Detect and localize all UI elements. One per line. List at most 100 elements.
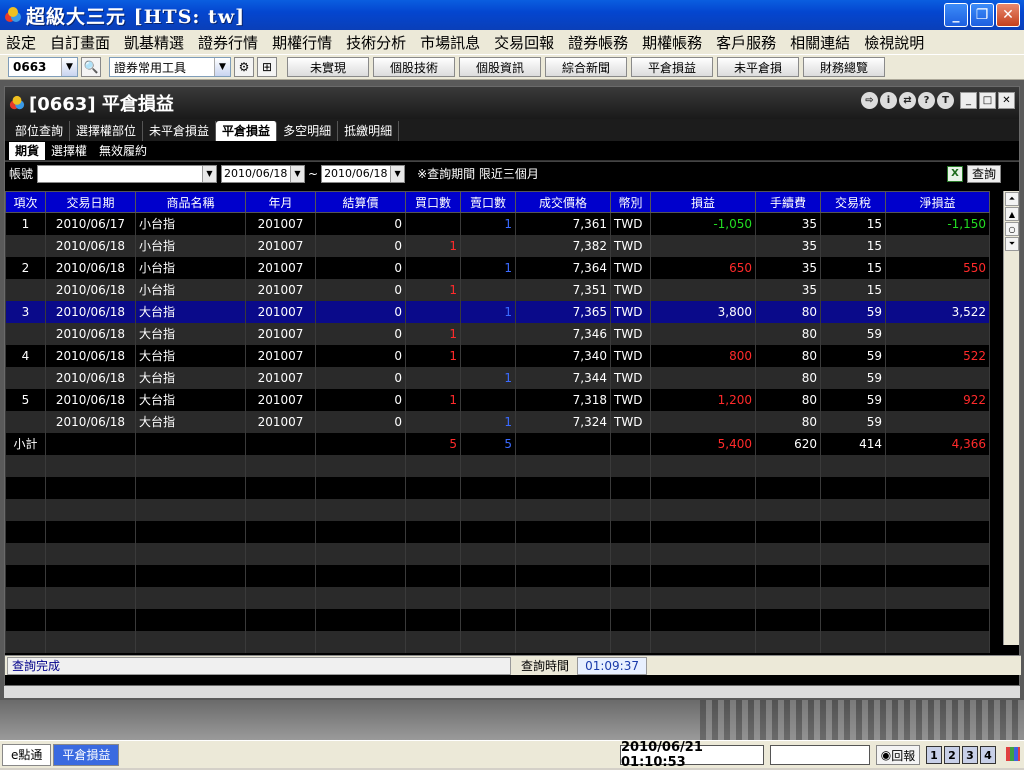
table-row[interactable]: 2010/06/18 大台指 201007 0 1 7,346 TWD 80 59 bbox=[5, 322, 990, 345]
menu-stock-quotes[interactable]: 證券行情 bbox=[198, 32, 258, 53]
empty-cell bbox=[460, 564, 516, 587]
stock-info-button[interactable]: 個股資訊 bbox=[459, 57, 541, 77]
tool-select-combo[interactable]: 證券常用工具 ▼ bbox=[109, 57, 231, 77]
info-icon[interactable]: i bbox=[880, 92, 897, 109]
menu-links[interactable]: 相關連結 bbox=[790, 32, 850, 53]
restore-button[interactable]: ❐ bbox=[970, 3, 994, 27]
search-icon[interactable]: 🔍 bbox=[81, 57, 101, 77]
empty-cell bbox=[405, 454, 461, 477]
subtab-futures[interactable]: 期貨 bbox=[9, 142, 46, 160]
news-button[interactable]: 綜合新聞 bbox=[545, 57, 627, 77]
layout-1-button[interactable]: 1 bbox=[926, 746, 942, 764]
date-to-combo[interactable]: 2010/06/18 ▼ bbox=[321, 164, 406, 183]
col-header[interactable]: 淨損益 bbox=[885, 191, 990, 213]
table-row[interactable]: 5 2010/06/18 大台指 201007 0 1 7,318 TWD 1,200 80 59 9… bbox=[5, 388, 990, 411]
col-header[interactable]: 年月 bbox=[245, 191, 316, 213]
open-pl-button[interactable]: 未平倉損 bbox=[717, 57, 799, 77]
tab-options-position[interactable]: 選擇權部位 bbox=[70, 121, 144, 141]
tab-open-pl[interactable]: 未平倉損益 bbox=[143, 121, 217, 141]
empty-cell bbox=[405, 630, 461, 653]
cell-name: 小台指 bbox=[135, 256, 246, 279]
window-close-button[interactable]: ✕ bbox=[998, 92, 1015, 109]
layout-4-button[interactable]: 4 bbox=[980, 746, 996, 764]
chevron-down-icon[interactable]: ▼ bbox=[61, 58, 77, 76]
table-row[interactable]: 1 2010/06/17 小台指 201007 0 1 7,361 TWD -1,050 35 15… bbox=[5, 212, 990, 235]
chevron-down-icon[interactable]: ▼ bbox=[390, 165, 405, 182]
taskbar-tab-closed-pl[interactable]: 平倉損益 bbox=[53, 743, 120, 766]
chevron-down-icon[interactable]: ▼ bbox=[290, 165, 304, 182]
tab-position-query[interactable]: 部位查詢 bbox=[9, 121, 71, 141]
menu-trade-reports[interactable]: 交易回報 bbox=[494, 32, 554, 53]
empty-cell bbox=[610, 564, 651, 587]
date-from-combo[interactable]: 2010/06/18 ▼ bbox=[221, 164, 305, 183]
col-header[interactable]: 賣口數 bbox=[460, 191, 516, 213]
menu-settings[interactable]: 設定 bbox=[6, 32, 36, 53]
vertical-scrollbar[interactable]: ⏶ ▲ ○ ⏷ bbox=[1003, 191, 1019, 645]
tab-collateral-detail[interactable]: 抵繳明細 bbox=[338, 121, 400, 141]
window-maximize-button[interactable]: □ bbox=[979, 92, 996, 109]
unrealized-button[interactable]: 未實現 bbox=[287, 57, 369, 77]
subtab-invalid-exercise[interactable]: 無效履約 bbox=[93, 142, 153, 160]
layout-2-button[interactable]: 2 bbox=[944, 746, 960, 764]
col-header[interactable]: 交易稅 bbox=[820, 191, 886, 213]
col-header[interactable]: 項次 bbox=[5, 191, 46, 213]
finance-overview-button[interactable]: 財務總覽 bbox=[803, 57, 885, 77]
excel-export-icon[interactable]: X bbox=[947, 165, 963, 182]
tab-long-short-detail[interactable]: 多空明細 bbox=[277, 121, 339, 141]
share-icon[interactable]: ⇄ bbox=[899, 92, 916, 109]
close-button[interactable]: ✕ bbox=[996, 3, 1020, 27]
col-header[interactable]: 損益 bbox=[650, 191, 756, 213]
cell-no bbox=[5, 366, 46, 389]
report-button[interactable]: ◉ 回報 bbox=[876, 745, 920, 765]
query-button[interactable]: 查詢 bbox=[966, 164, 1001, 183]
table-row[interactable]: 2 2010/06/18 小台指 201007 0 1 7,364 TWD 650 35 15 550 bbox=[5, 256, 990, 279]
col-header[interactable]: 商品名稱 bbox=[135, 191, 246, 213]
menu-stock-accounts[interactable]: 證券帳務 bbox=[568, 32, 628, 53]
add-window-icon[interactable]: ⊞ bbox=[257, 57, 277, 77]
menu-market-news[interactable]: 市場訊息 bbox=[420, 32, 480, 53]
chevron-down-icon[interactable]: ▼ bbox=[202, 165, 216, 182]
menu-help[interactable]: 檢視說明 bbox=[864, 32, 924, 53]
scroll-bottom-icon[interactable]: ⏷ bbox=[1005, 237, 1019, 251]
exit-icon[interactable]: ⇨ bbox=[861, 92, 878, 109]
col-header[interactable]: 交易日期 bbox=[45, 191, 136, 213]
menu-technical-analysis[interactable]: 技術分析 bbox=[346, 32, 406, 53]
minimize-button[interactable]: _ bbox=[944, 3, 968, 27]
table-row[interactable]: 2010/06/18 大台指 201007 0 1 7,344 TWD 80 59 bbox=[5, 366, 990, 389]
stock-technical-button[interactable]: 個股技術 bbox=[373, 57, 455, 77]
window-minimize-button[interactable]: _ bbox=[960, 92, 977, 109]
taskbar-tab-epoint[interactable]: e點通 bbox=[2, 743, 52, 766]
col-header[interactable]: 買口數 bbox=[405, 191, 461, 213]
table-row[interactable]: 4 2010/06/18 大台指 201007 0 1 7,340 TWD 800 80 59 522 bbox=[5, 344, 990, 367]
layout-3-button[interactable]: 3 bbox=[962, 746, 978, 764]
stock-code-combo[interactable]: 0663 ▼ bbox=[8, 57, 78, 77]
menu-futures-accounts[interactable]: 期權帳務 bbox=[642, 32, 702, 53]
menu-custom-screen[interactable]: 自訂畫面 bbox=[50, 32, 110, 53]
menu-kgi-picks[interactable]: 凱基精選 bbox=[124, 32, 184, 53]
scroll-thumb[interactable]: ○ bbox=[1005, 222, 1019, 236]
horizontal-scrollbar[interactable] bbox=[4, 686, 1020, 698]
account-combo[interactable]: ▼ bbox=[37, 164, 217, 183]
cell-ym: 201007 bbox=[245, 388, 316, 411]
scroll-up-icon[interactable]: ▲ bbox=[1005, 207, 1019, 221]
menu-futures-quotes[interactable]: 期權行情 bbox=[272, 32, 332, 53]
empty-cell bbox=[515, 476, 611, 499]
table-row[interactable]: 2010/06/18 小台指 201007 0 1 7,351 TWD 35 15 bbox=[5, 278, 990, 301]
menu-customer-service[interactable]: 客戶服務 bbox=[716, 32, 776, 53]
col-header[interactable]: 幣別 bbox=[610, 191, 651, 213]
grid-icon[interactable] bbox=[1006, 747, 1020, 761]
chevron-down-icon[interactable]: ▼ bbox=[214, 58, 230, 76]
help-icon[interactable]: ? bbox=[918, 92, 935, 109]
text-icon[interactable]: T bbox=[937, 92, 954, 109]
gear-icon[interactable]: ⚙ bbox=[234, 57, 254, 77]
col-header[interactable]: 成交價格 bbox=[515, 191, 611, 213]
table-row[interactable]: 3 2010/06/18 大台指 201007 0 1 7,365 TWD 3,800 80 59 3… bbox=[5, 300, 990, 323]
col-header[interactable]: 結算價 bbox=[315, 191, 406, 213]
col-header[interactable]: 手續費 bbox=[755, 191, 821, 213]
scroll-top-icon[interactable]: ⏶ bbox=[1005, 192, 1019, 206]
table-row[interactable]: 2010/06/18 大台指 201007 0 1 7,324 TWD 80 59 bbox=[5, 410, 990, 433]
table-row[interactable]: 2010/06/18 小台指 201007 0 1 7,382 TWD 35 15 bbox=[5, 234, 990, 257]
tab-closed-pl[interactable]: 平倉損益 bbox=[216, 121, 278, 141]
subtab-options[interactable]: 選擇權 bbox=[45, 142, 93, 160]
closed-pl-button[interactable]: 平倉損益 bbox=[631, 57, 713, 77]
